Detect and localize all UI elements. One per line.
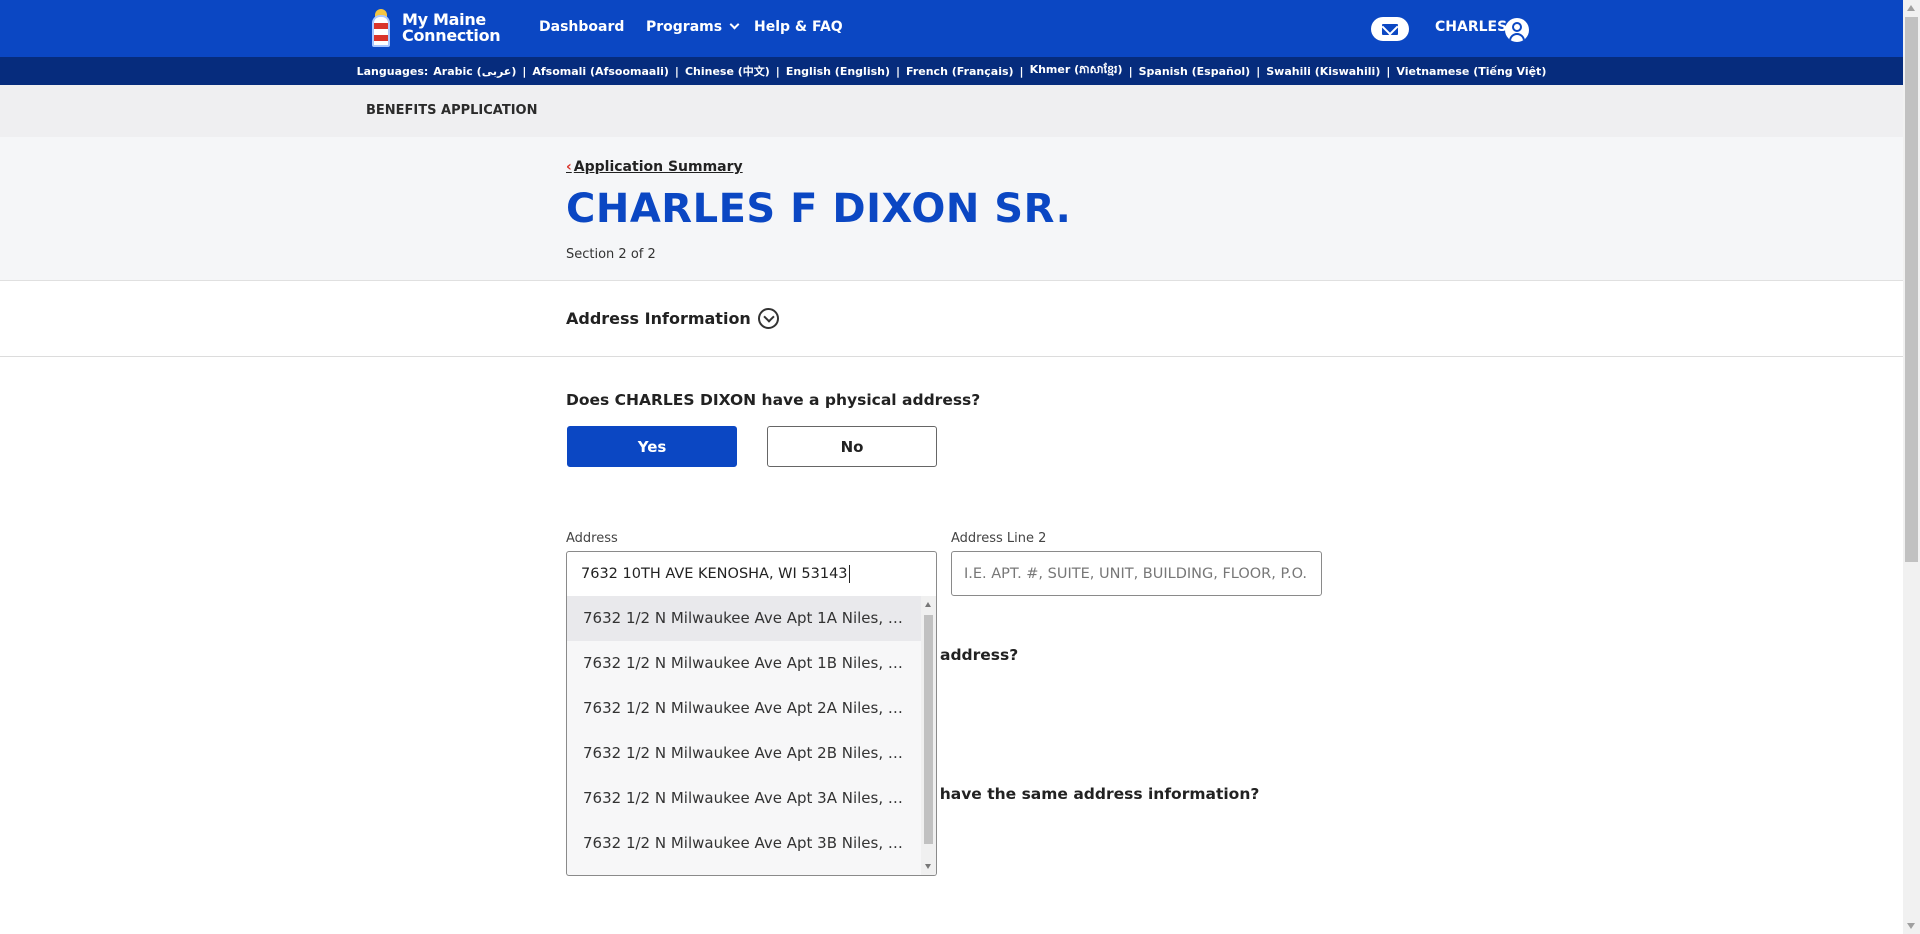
mail-button[interactable] <box>1371 17 1409 41</box>
suggestion-item[interactable]: 7632 1/2 N Milwaukee Ave Apt 2B Niles, I… <box>567 731 921 776</box>
scrollbar-thumb[interactable] <box>924 615 933 844</box>
scroll-up-arrow-icon[interactable] <box>925 602 931 607</box>
lighthouse-logo-icon <box>366 9 396 47</box>
section-title[interactable]: Address Information <box>566 309 751 328</box>
user-name[interactable]: CHARLES <box>1435 19 1507 35</box>
user-profile-icon[interactable] <box>1505 18 1529 42</box>
address-input-value: 7632 10TH AVE KENOSHA, WI 53143 <box>581 566 848 582</box>
benefits-application-label: BENEFITS APPLICATION <box>366 103 538 118</box>
mailing-address-question: address? <box>940 646 1019 664</box>
chevron-down-icon <box>729 19 740 30</box>
scroll-up-arrow-icon[interactable] <box>1907 5 1915 11</box>
logo[interactable]: My Maine Connection <box>366 8 501 48</box>
language-spanish[interactable]: Spanish (Español) <box>1139 65 1251 78</box>
suggestion-item[interactable]: 7632 1/2 N Milwaukee Ave Apt 1A Niles, I… <box>567 596 921 641</box>
language-afsomali[interactable]: Afsomali (Afsoomaali) <box>532 65 669 78</box>
scroll-down-arrow-icon[interactable] <box>1907 923 1915 929</box>
address-line2-input[interactable] <box>951 551 1322 596</box>
page-title: CHARLES F DIXON SR. <box>566 186 1072 232</box>
back-to-application-summary-link[interactable]: ‹ Application Summary <box>566 159 743 175</box>
same-address-question: l have the same address information? <box>929 785 1260 803</box>
languages-label: Languages: <box>356 64 429 78</box>
logo-line-2: Connection <box>402 26 501 45</box>
address-label: Address <box>566 531 618 546</box>
suggestions-scrollbar[interactable] <box>921 596 936 875</box>
language-french[interactable]: French (Français) <box>906 65 1014 78</box>
language-bar: Languages: Arabic (عربى) | Afsomali (Afso… <box>0 57 1903 85</box>
suggestions-list: 7632 1/2 N Milwaukee Ave Apt 1A Niles, I… <box>567 596 921 866</box>
suggestion-item[interactable]: 7632 1/2 N Milwaukee Ave Apt 3B Niles, I… <box>567 821 921 866</box>
physical-address-question: Does CHARLES DIXON have a physical addre… <box>566 391 981 409</box>
language-khmer[interactable]: Khmer (ភាសាខ្មែរ) <box>1030 63 1123 79</box>
page-scrollbar[interactable] <box>1903 0 1920 934</box>
chevron-left-icon: ‹ <box>566 159 572 175</box>
page-header <box>0 85 1903 281</box>
page-scrollbar-thumb[interactable] <box>1905 17 1918 562</box>
language-vietnamese[interactable]: Vietnamese (Tiếng Việt) <box>1396 65 1546 78</box>
suggestion-item[interactable]: 7632 1/2 N Milwaukee Ave Apt 1B Niles, I… <box>567 641 921 686</box>
back-link-label: Application Summary <box>573 159 743 175</box>
header-strip <box>0 85 1903 137</box>
suggestion-item[interactable]: 7632 1/2 N Milwaukee Ave Apt 3A Niles, I… <box>567 776 921 821</box>
language-english[interactable]: English (English) <box>786 65 890 78</box>
scroll-down-arrow-icon[interactable] <box>925 864 931 869</box>
section-progress: Section 2 of 2 <box>566 247 656 262</box>
nav-programs[interactable]: Programs <box>646 19 740 35</box>
address-line2-label: Address Line 2 <box>951 531 1047 546</box>
nav-programs-label: Programs <box>646 19 723 35</box>
text-caret <box>848 565 850 583</box>
chevron-down-circle-icon[interactable] <box>758 308 779 329</box>
nav-help-faq[interactable]: Help & FAQ <box>754 19 843 35</box>
yes-button[interactable]: Yes <box>567 426 737 467</box>
top-navigation: My Maine Connection Dashboard Programs H… <box>0 0 1903 57</box>
language-arabic[interactable]: Arabic (عربى) <box>433 65 516 78</box>
language-chinese[interactable]: Chinese (中文) <box>685 63 770 79</box>
logo-text: My Maine Connection <box>402 12 501 45</box>
language-swahili[interactable]: Swahili (Kiswahili) <box>1266 65 1380 78</box>
address-section-header: Address Information <box>0 281 1903 357</box>
no-button[interactable]: No <box>767 426 937 467</box>
suggestion-item[interactable]: 7632 1/2 N Milwaukee Ave Apt 2A Niles, I… <box>567 686 921 731</box>
address-suggestions-dropdown: 7632 1/2 N Milwaukee Ave Apt 1A Niles, I… <box>566 596 937 876</box>
mail-icon <box>1382 23 1398 35</box>
nav-dashboard[interactable]: Dashboard <box>539 19 624 35</box>
address-input[interactable]: 7632 10TH AVE KENOSHA, WI 53143 <box>566 551 937 596</box>
